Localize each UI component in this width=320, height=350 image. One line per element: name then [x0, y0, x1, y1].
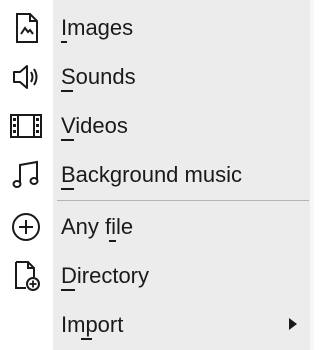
mnemonic-underline [61, 289, 75, 291]
menu-item-sounds[interactable]: Sounds [0, 53, 310, 101]
menu-separator [57, 200, 309, 201]
menu-item-directory[interactable]: Directory [0, 252, 310, 300]
speaker-icon [8, 61, 44, 93]
menu-item-import[interactable]: Import [0, 301, 310, 349]
menu-item-label: Images [61, 15, 134, 40]
context-menu: Images Sounds Videos Background music An… [0, 0, 314, 350]
submenu-arrow-icon [289, 318, 297, 330]
menu-item-label: Directory [61, 263, 150, 288]
mnemonic-underline [109, 240, 116, 242]
menu-edge [310, 0, 314, 350]
folder-add-icon [8, 260, 44, 292]
mnemonic-underline [61, 90, 73, 92]
menu-item-videos[interactable]: Videos [0, 102, 310, 150]
mnemonic-underline [61, 41, 67, 43]
menu-item-label: Background music [61, 162, 242, 187]
mnemonic-underline [61, 188, 74, 190]
menu-item-label: Videos [61, 113, 128, 138]
menu-item-any-file[interactable]: Any file [0, 203, 310, 251]
image-file-icon [8, 12, 44, 44]
menu-item-label: Sounds [61, 64, 136, 89]
plus-circle-icon [8, 211, 44, 243]
mnemonic-underline [61, 139, 74, 141]
menu-item-label: Any file [61, 214, 134, 239]
mnemonic-underline [81, 338, 92, 340]
music-note-icon [8, 159, 44, 191]
film-strip-icon [8, 110, 44, 142]
menu-item-background-music[interactable]: Background music [0, 151, 310, 199]
menu-item-label: Import [61, 312, 124, 337]
menu-item-images[interactable]: Images [0, 4, 310, 52]
